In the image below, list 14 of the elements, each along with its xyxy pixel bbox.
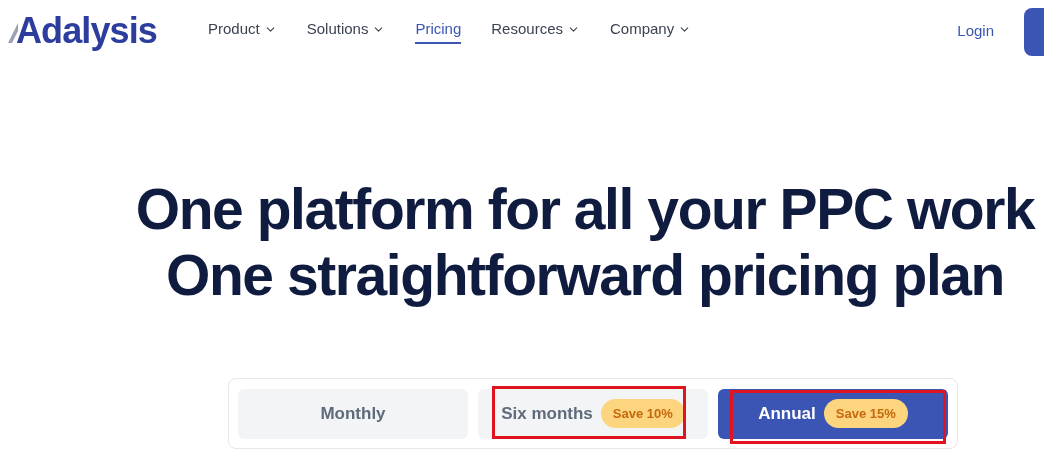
login-link[interactable]: Login [957, 19, 994, 43]
signup-button[interactable] [1024, 8, 1044, 56]
nav-link[interactable]: Solutions [306, 17, 386, 45]
headline: One straightforward pricing plan [165, 242, 1005, 308]
nav-link[interactable]: Pricing [415, 17, 462, 45]
discount-badge: Save 10% [600, 398, 685, 429]
headline: One platform for all your PPC work [134, 176, 1037, 242]
discount-badge: Save 15% [823, 398, 908, 429]
nav-link[interactable]: Product [208, 17, 277, 45]
nav-link[interactable]: Company [610, 17, 692, 45]
billing-tab[interactable]: Monthly [238, 388, 468, 439]
nav-link[interactable]: Resources [491, 17, 580, 45]
logo-mark-icon [8, 23, 18, 43]
billing-tab[interactable]: Six months Save 10% [478, 388, 708, 439]
